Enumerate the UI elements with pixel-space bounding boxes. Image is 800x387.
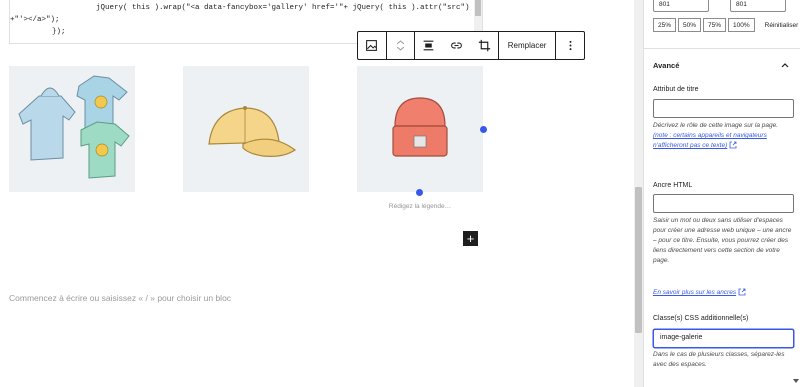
sidebar-scrollbar[interactable] [791,0,800,387]
css-class-label: Classe(s) CSS additionnelle(s) [653,315,749,322]
caption-placeholder[interactable]: Rédigez la légende… [357,203,483,210]
image-icon[interactable] [358,32,386,59]
external-link-icon [729,141,737,149]
code-line-2: +"'></a>"); [10,16,60,24]
plus-icon: + [466,231,475,246]
divider [643,48,800,49]
move-updown-icon[interactable] [387,32,415,59]
css-class-input[interactable]: image-galerie [653,329,794,348]
chevron-up-icon[interactable] [780,60,790,70]
size-25-button[interactable]: 25% [653,18,677,32]
align-icon[interactable] [415,32,443,59]
paragraph-placeholder[interactable]: Commencez à écrire ou saisissez « / » po… [9,293,231,303]
link-icon[interactable] [443,32,471,59]
add-block-button[interactable]: + [463,231,478,246]
title-help-link[interactable]: (note : certains appareils et navigateur… [653,132,767,149]
resize-handle-right[interactable] [480,126,487,133]
title-attr-label: Attribut de titre [653,86,699,93]
resize-handle-bottom[interactable] [416,189,423,196]
anchor-label: Ancre HTML [653,182,693,189]
size-75-button[interactable]: 75% [703,18,727,32]
more-vertical-icon[interactable] [556,32,584,59]
anchor-help: Saisir un mot ou deux sans utiliser d'es… [653,217,792,264]
title-help: Décrivez le rôle de cette image sur la p… [653,121,793,151]
title-help-text: Décrivez le rôle de cette image sur la p… [653,122,779,129]
title-attr-input[interactable] [653,99,794,118]
replace-button[interactable]: Remplacer [499,32,556,59]
gallery-image-cap[interactable] [183,66,309,192]
advanced-panel-title[interactable]: Avancé [653,61,679,70]
size-100-button[interactable]: 100% [728,18,755,32]
size-50-button[interactable]: 50% [678,18,702,32]
css-class-help: Dans le cas de plusieurs classes, sépare… [653,351,785,368]
height-input[interactable]: 801 [730,0,786,12]
scroll-down-icon[interactable] [793,379,799,383]
width-input[interactable]: 801 [653,0,709,12]
anchor-input[interactable] [653,194,794,213]
anchor-link-row: En savoir plus sur les ancres [653,288,793,298]
size-presets: 25% 50% 75% 100% Réinitialiser [653,18,798,32]
external-link-icon [738,288,746,296]
code-line-1: jQuery( this ).wrap("<a data-fancybox='g… [96,4,470,12]
gallery-image-beanie[interactable] [357,66,483,192]
block-toolbar: Remplacer [357,31,585,60]
anchor-learn-more-link[interactable]: En savoir plus sur les ancres [653,289,736,296]
crop-icon[interactable] [470,32,498,59]
code-line-3: }); [52,28,66,36]
gallery-image-hoodie[interactable] [9,66,135,192]
editor-scrollbar[interactable] [634,0,643,387]
